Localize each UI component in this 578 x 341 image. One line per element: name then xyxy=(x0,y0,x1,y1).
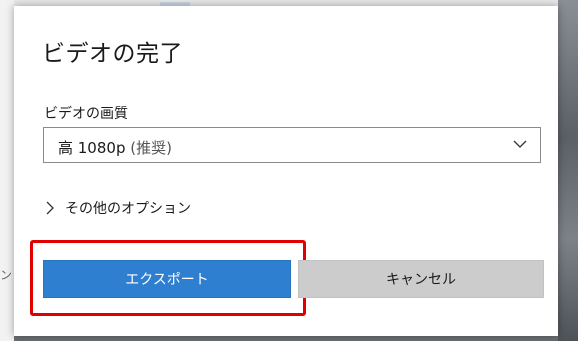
more-options-toggle[interactable]: その他のオプション xyxy=(43,196,191,220)
finish-video-dialog: ビデオの完了 ビデオの画質 高 1080p (推奨) その他のオプション エクス… xyxy=(14,6,558,336)
video-quality-suffix: (推奨) xyxy=(125,139,172,157)
export-button-label: エクスポート xyxy=(125,272,209,288)
video-quality-select[interactable]: 高 1080p (推奨) xyxy=(43,127,541,163)
background-app-left xyxy=(0,0,14,341)
cancel-button[interactable]: キャンセル xyxy=(298,260,544,298)
chevron-down-icon xyxy=(513,140,527,148)
video-quality-main: 高 1080p xyxy=(58,139,126,157)
more-options-label: その他のオプション xyxy=(65,201,191,217)
chevron-right-icon xyxy=(46,201,54,215)
background-left-text: ン xyxy=(0,268,13,282)
cancel-button-label: キャンセル xyxy=(386,272,456,288)
video-quality-value: 高 1080p (推奨) xyxy=(58,137,172,158)
background-app-right xyxy=(558,0,578,341)
video-quality-label: ビデオの画質 xyxy=(44,106,128,122)
export-button[interactable]: エクスポート xyxy=(43,260,291,298)
dialog-title: ビデオの完了 xyxy=(42,41,183,67)
